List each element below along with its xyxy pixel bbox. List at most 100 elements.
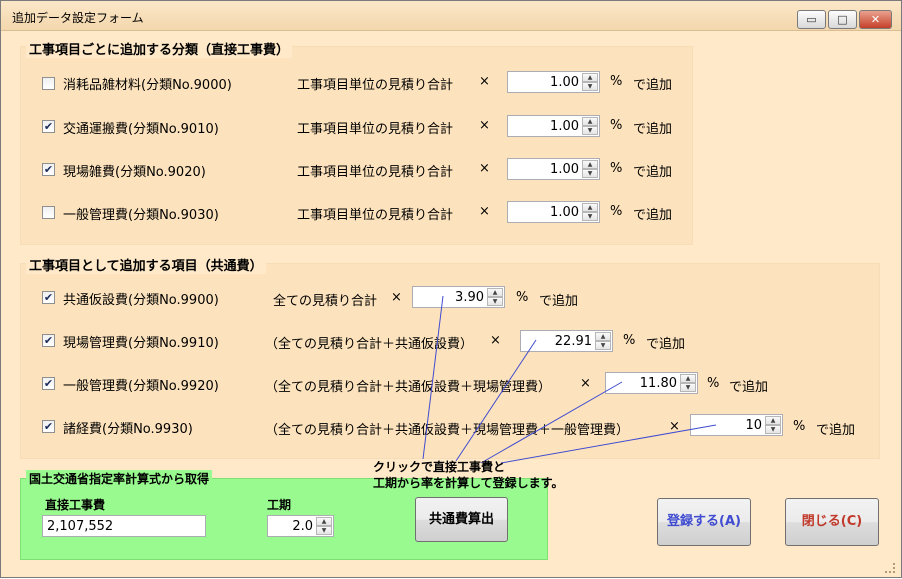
spin-down-icon[interactable]: ▼ xyxy=(316,526,332,535)
checkbox-9010[interactable]: ✔ xyxy=(42,120,55,133)
rate-value-9920: 11.80 xyxy=(639,376,677,391)
maximize-button[interactable]: □ xyxy=(828,10,857,29)
annotation-line1: クリックで直接工事費と xyxy=(373,460,506,474)
spin-down-icon[interactable]: ▼ xyxy=(595,341,611,350)
spin-down-icon[interactable]: ▼ xyxy=(582,82,598,91)
spin-down-icon[interactable]: ▼ xyxy=(582,126,598,135)
times-sign: × xyxy=(580,376,591,391)
checkmark-icon: ✔ xyxy=(43,163,54,176)
item-label-9910: 現場管理費(分類No.9910) xyxy=(63,336,219,351)
spin-down-icon[interactable]: ▼ xyxy=(680,383,696,392)
resize-grip[interactable] xyxy=(885,563,895,573)
checkmark-icon: ✔ xyxy=(43,291,54,304)
spin-up-icon[interactable]: ▲ xyxy=(582,160,598,169)
title-bar[interactable]: 追加データ設定フォーム ▭ □ ✕ xyxy=(1,1,901,31)
checkbox-9930[interactable]: ✔ xyxy=(42,420,55,433)
rate-value-9900: 3.90 xyxy=(455,290,484,305)
close-button-label: 閉じる(C) xyxy=(801,514,863,529)
checkbox-9030[interactable] xyxy=(42,206,55,219)
checkbox-9900[interactable]: ✔ xyxy=(42,291,55,304)
percent-label: % xyxy=(610,204,623,219)
period-stepper[interactable]: 2.0 ▲ ▼ xyxy=(267,515,334,537)
direct-cost-group-title: 工事項目ごとに追加する分類（直接工事費） xyxy=(26,39,293,58)
checkbox-9910[interactable]: ✔ xyxy=(42,334,55,347)
rate-stepper-9900[interactable]: 3.90 ▲ ▼ xyxy=(412,286,505,308)
rate-value-9030: 1.00 xyxy=(550,205,579,220)
close-button[interactable]: 閉じる(C) xyxy=(785,498,879,546)
add-suffix-label: で追加 xyxy=(633,78,673,93)
spin-down-icon[interactable]: ▼ xyxy=(487,297,503,306)
rate-value-9020: 1.00 xyxy=(550,162,579,177)
spin-up-icon[interactable]: ▲ xyxy=(765,416,781,425)
maximize-icon: □ xyxy=(837,13,848,26)
spin-down-icon[interactable]: ▼ xyxy=(765,425,781,434)
percent-label: % xyxy=(610,161,623,176)
times-sign: × xyxy=(479,161,490,176)
item-label-9000: 消耗品雑材料(分類No.9000) xyxy=(63,78,232,93)
rate-stepper-9010[interactable]: 1.00 ▲ ▼ xyxy=(507,115,600,137)
rate-value-9910: 22.91 xyxy=(554,334,592,349)
annotation-text: クリックで直接工事費と 工期から率を計算して登録します。 xyxy=(373,459,563,491)
item-label-9030: 一般管理費(分類No.9030) xyxy=(63,208,219,223)
minimize-icon: ▭ xyxy=(806,13,817,26)
spin-up-icon[interactable]: ▲ xyxy=(680,374,696,383)
item-label-9900: 共通仮設費(分類No.9900) xyxy=(63,293,219,308)
times-sign: × xyxy=(479,204,490,219)
item-label-9930: 諸経費(分類No.9930) xyxy=(63,422,193,437)
add-suffix-label: で追加 xyxy=(633,208,673,223)
spin-up-icon[interactable]: ▲ xyxy=(582,117,598,126)
rate-stepper-9000[interactable]: 1.00 ▲ ▼ xyxy=(507,71,600,93)
rate-stepper-9030[interactable]: 1.00 ▲ ▼ xyxy=(507,201,600,223)
spin-up-icon[interactable]: ▲ xyxy=(582,203,598,212)
rate-value-9930: 10 xyxy=(745,418,762,433)
rate-stepper-9930[interactable]: 10 ▲ ▼ xyxy=(690,414,783,436)
percent-label: % xyxy=(610,74,623,89)
calc-common-cost-button[interactable]: 共通費算出 xyxy=(415,497,508,542)
mlit-panel-title: 国土交通省指定率計算式から取得 xyxy=(26,470,213,487)
direct-cost-label: 直接工事費 xyxy=(45,498,106,512)
checkmark-icon: ✔ xyxy=(43,120,54,133)
spin-up-icon[interactable]: ▲ xyxy=(487,288,503,297)
checkmark-icon: ✔ xyxy=(43,334,54,347)
checkbox-9920[interactable]: ✔ xyxy=(42,377,55,390)
add-suffix-label: で追加 xyxy=(646,337,686,352)
spin-up-icon[interactable]: ▲ xyxy=(595,332,611,341)
times-sign: × xyxy=(490,333,501,348)
add-suffix-label: で追加 xyxy=(729,380,769,395)
rate-stepper-9920[interactable]: 11.80 ▲ ▼ xyxy=(605,372,698,394)
item-label-9920: 一般管理費(分類No.9920) xyxy=(63,379,219,394)
formula-label-9900: 全ての見積り合計 xyxy=(273,294,378,309)
annotation-line2: 工期から率を計算して登録します。 xyxy=(373,476,564,490)
calc-button-label: 共通費算出 xyxy=(428,512,494,527)
direct-cost-input[interactable]: 2,107,552 xyxy=(42,515,206,537)
formula-label-9020: 工事項目単位の見積り合計 xyxy=(297,165,454,180)
minimize-button[interactable]: ▭ xyxy=(797,10,826,29)
rate-stepper-9020[interactable]: 1.00 ▲ ▼ xyxy=(507,158,600,180)
times-sign: × xyxy=(669,419,680,434)
formula-label-9920: （全ての見積り合計＋共通仮設費＋現場管理費） xyxy=(265,380,552,395)
register-button[interactable]: 登録する(A) xyxy=(657,498,751,546)
percent-label: % xyxy=(610,118,623,133)
percent-label: % xyxy=(793,419,806,434)
rate-value-9010: 1.00 xyxy=(550,119,579,134)
formula-label-9910: （全ての見積り合計＋共通仮設費） xyxy=(265,337,474,352)
period-value: 2.0 xyxy=(292,519,313,534)
close-window-button[interactable]: ✕ xyxy=(859,10,892,29)
times-sign: × xyxy=(391,290,402,305)
percent-label: % xyxy=(707,376,720,391)
spin-down-icon[interactable]: ▼ xyxy=(582,212,598,221)
rate-stepper-9910[interactable]: 22.91 ▲ ▼ xyxy=(520,330,613,352)
checkbox-9000[interactable] xyxy=(42,77,55,90)
add-suffix-label: で追加 xyxy=(633,122,673,137)
checkbox-9020[interactable]: ✔ xyxy=(42,163,55,176)
checkmark-icon: ✔ xyxy=(43,377,54,390)
spin-up-icon[interactable]: ▲ xyxy=(582,73,598,82)
spin-down-icon[interactable]: ▼ xyxy=(582,169,598,178)
percent-label: % xyxy=(516,290,529,305)
formula-label-9010: 工事項目単位の見積り合計 xyxy=(297,122,454,137)
register-button-label: 登録する(A) xyxy=(667,514,741,529)
rate-value-9000: 1.00 xyxy=(550,75,579,90)
spin-up-icon[interactable]: ▲ xyxy=(316,517,332,526)
add-suffix-label: で追加 xyxy=(633,165,673,180)
item-label-9020: 現場雑費(分類No.9020) xyxy=(63,165,206,180)
